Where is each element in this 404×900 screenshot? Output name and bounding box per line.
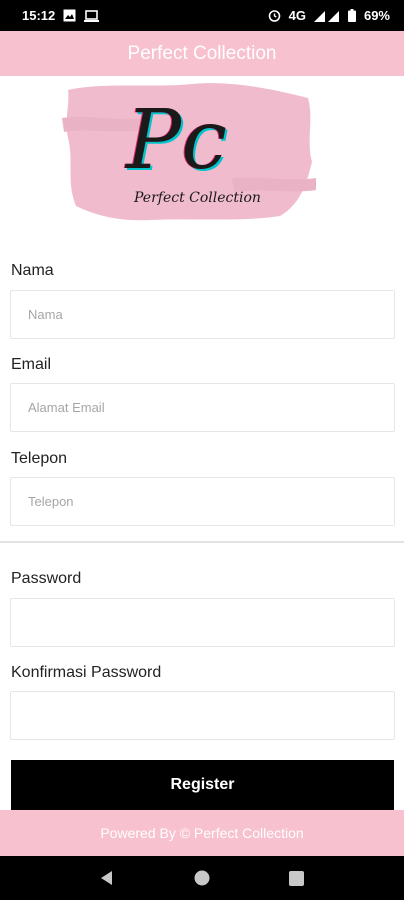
footer: Powered By © Perfect Collection	[0, 810, 404, 856]
phone-input[interactable]	[10, 477, 395, 526]
network-type: 4G	[288, 8, 306, 23]
name-label: Nama	[11, 262, 54, 279]
logo-wordmark: Perfect Collection	[133, 190, 261, 206]
section-divider	[0, 541, 404, 543]
name-input[interactable]	[10, 290, 395, 339]
phone-label: Telepon	[11, 450, 68, 467]
password-label: Password	[11, 570, 82, 587]
back-icon[interactable]	[92, 863, 122, 893]
register-button[interactable]: Register	[11, 760, 394, 810]
status-time: 15:12	[22, 8, 56, 23]
email-input[interactable]	[10, 383, 395, 432]
status-bar-right: 4G 69%	[268, 8, 390, 23]
password-input[interactable]	[10, 598, 395, 647]
home-icon[interactable]	[187, 863, 217, 893]
app-title: Perfect Collection	[127, 42, 277, 64]
brand-logo: Pc Pc Pc Perfect Collection	[62, 78, 318, 224]
confirm-password-label: Konfirmasi Password	[11, 664, 162, 681]
signal-icon	[313, 9, 340, 22]
recents-icon[interactable]	[282, 863, 312, 893]
status-bar: 15:12 4G 69%	[0, 0, 404, 31]
app-bar: Perfect Collection	[0, 31, 404, 76]
footer-text: Powered By © Perfect Collection	[100, 825, 304, 841]
confirm-password-input[interactable]	[10, 691, 395, 740]
battery-percent: 69%	[363, 8, 390, 23]
email-label: Email	[11, 356, 52, 373]
status-bar-left: 15:12	[22, 8, 100, 23]
alarm-icon	[268, 9, 281, 22]
monogram: Pc	[124, 93, 227, 188]
laptop-icon	[84, 9, 100, 22]
image-icon	[63, 9, 76, 22]
battery-icon	[347, 9, 356, 22]
system-nav-bar	[0, 856, 404, 900]
